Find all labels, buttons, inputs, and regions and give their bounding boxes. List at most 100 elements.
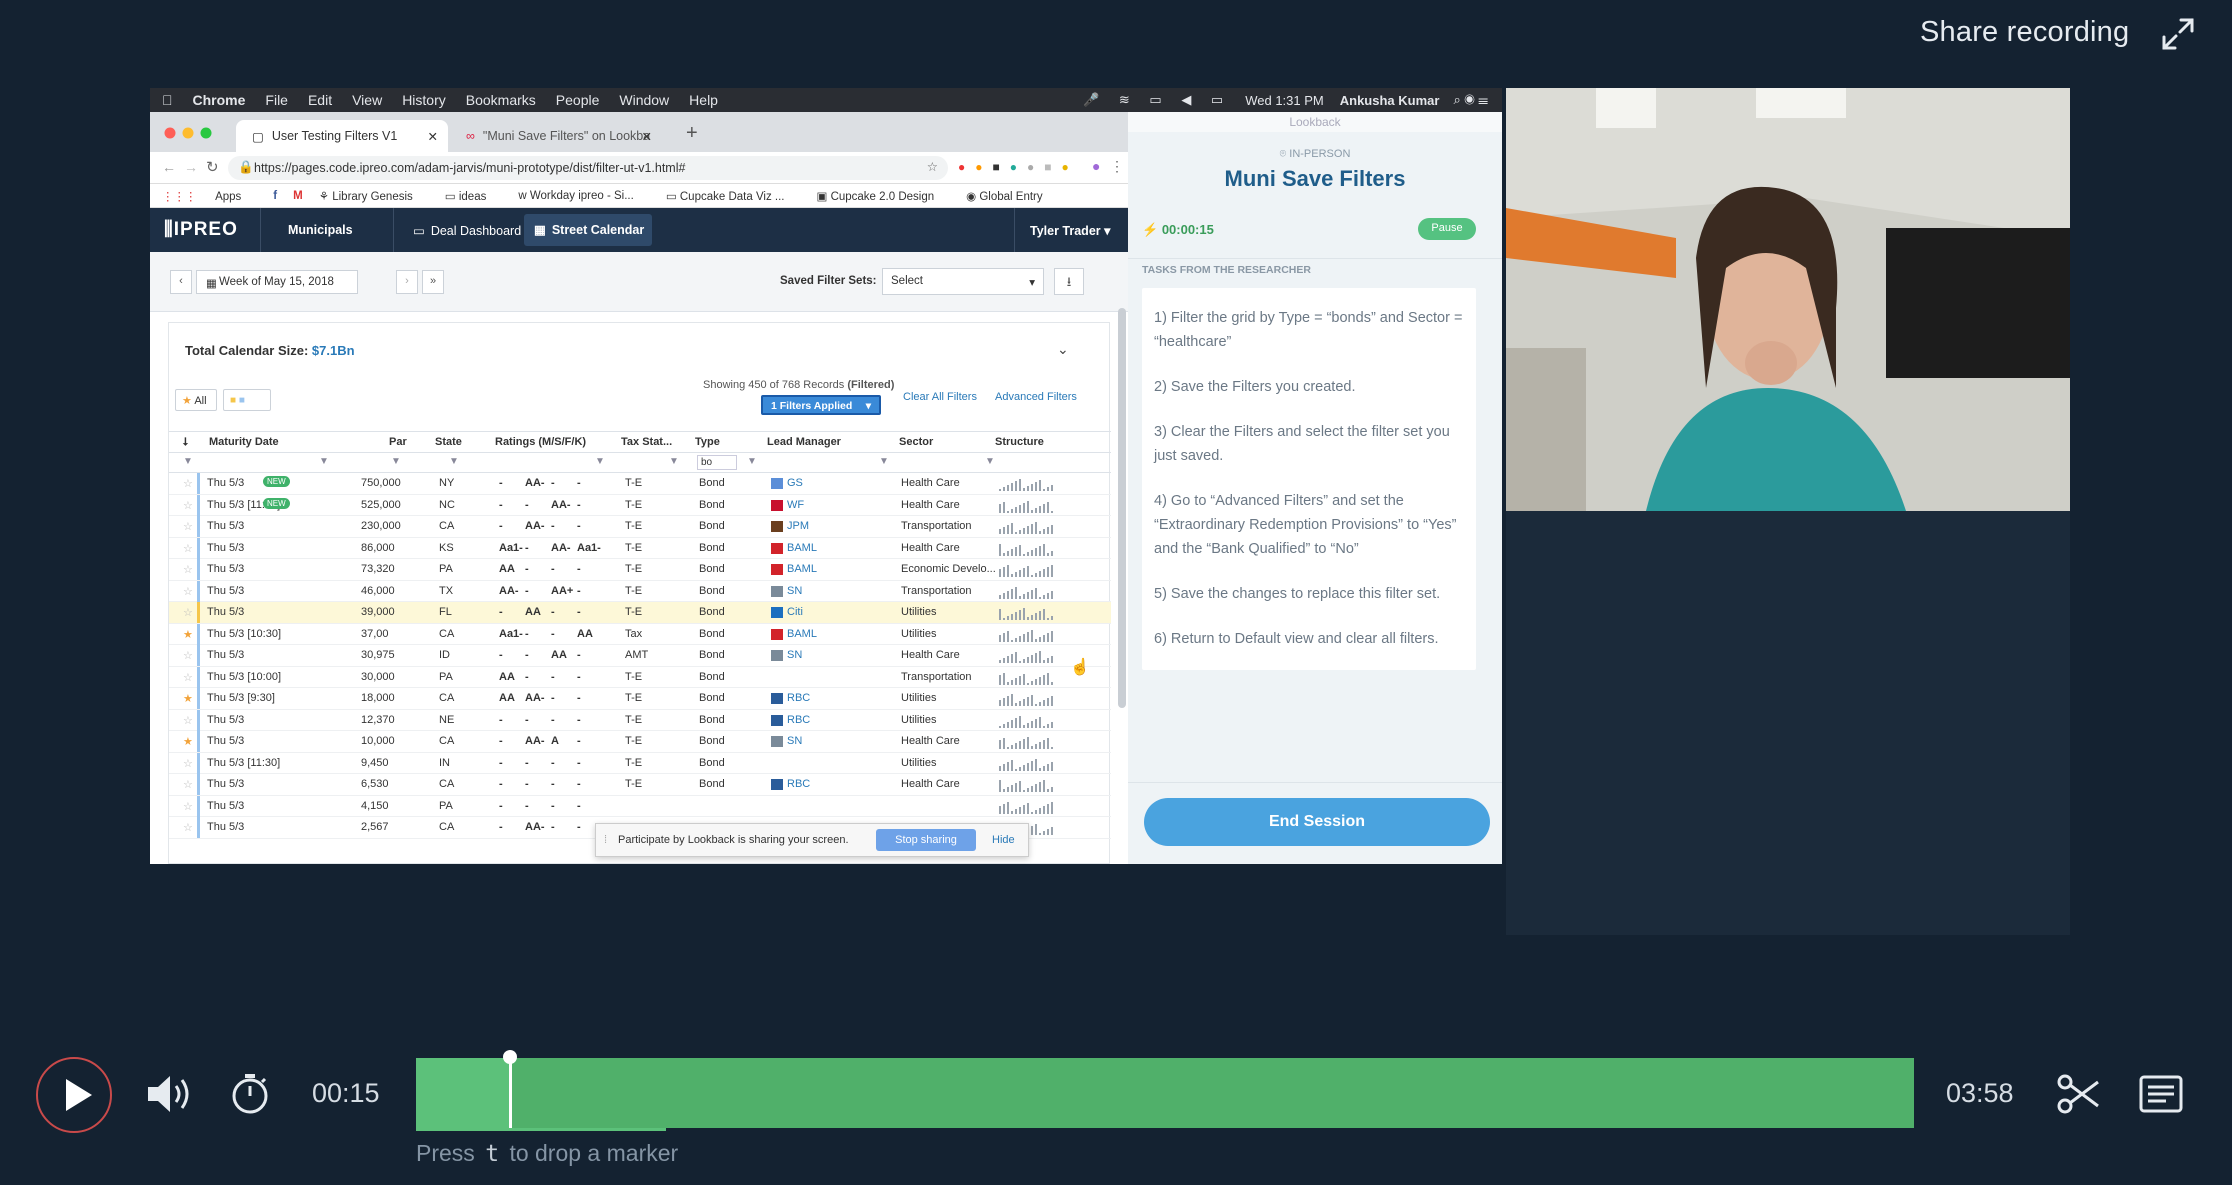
bookmark-library-genesis[interactable]: ⚘ Library Genesis	[319, 189, 429, 203]
pause-button[interactable]: Pause	[1418, 218, 1476, 240]
cell-lead-manager[interactable]: BAML	[787, 542, 817, 554]
filters-applied-button[interactable]: 1 Filters Applied ▾	[761, 395, 881, 415]
favorite-star-icon[interactable]: ☆	[183, 714, 193, 727]
extension-icons[interactable]: ●●■●●■●	[958, 160, 1079, 174]
favorite-star-icon[interactable]: ☆	[183, 821, 193, 834]
favorite-star-icon[interactable]: ☆	[183, 606, 193, 619]
user-menu[interactable]: Tyler Trader ▾	[1030, 223, 1110, 238]
favorite-star-icon[interactable]: ☆	[183, 757, 193, 770]
bookmark-cupcake-design[interactable]: ▣ Cupcake 2.0 Design	[817, 189, 951, 203]
apps-icon[interactable]: ⋮⋮⋮ Apps	[162, 189, 257, 203]
tab-lookback[interactable]: ∞ "Muni Save Filters" on Lookba ✕	[450, 120, 662, 152]
type-filter-input[interactable]: bo	[697, 455, 737, 470]
timeline-track[interactable]	[416, 1058, 1914, 1128]
cell-lead-manager[interactable]: WF	[787, 499, 804, 511]
bookmark-ideas[interactable]: ▭ ideas	[445, 189, 503, 203]
table-row[interactable]: ☆ Thu 5/3 750,000 NY - AA- - - T-E Bond GS Health C…	[169, 473, 1111, 495]
table-row[interactable]: ★ Thu 5/3 [10:30] 37,00 CA Aa1- - - AA Tax Bond BA…	[169, 623, 1111, 645]
ipreo-logo[interactable]: ⫼IPREO	[164, 219, 238, 241]
cell-lead-manager[interactable]: GS	[787, 477, 803, 489]
filter-icon[interactable]: ▼	[595, 456, 605, 467]
menu-item-bookmarks[interactable]: Bookmarks	[466, 92, 536, 108]
menu-item-chrome[interactable]: Chrome	[193, 92, 246, 108]
all-chip[interactable]: ★ All	[175, 389, 217, 411]
share-recording-link[interactable]: Share recording	[1920, 16, 2129, 49]
table-row[interactable]: ☆ Thu 5/3 230,000 CA - AA- - - T-E Bond JPM Transpo…	[169, 516, 1111, 538]
sort-icon[interactable]: ⭣	[183, 436, 188, 449]
table-row[interactable]: ☆ Thu 5/3 46,000 TX AA- - AA+ - T-E Bond SN Transpo…	[169, 580, 1111, 602]
cell-lead-manager[interactable]: BAML	[787, 563, 817, 575]
table-row[interactable]: ☆ Thu 5/3 86,000 KS Aa1- - AA- Aa1- T-E Bond BAML H…	[169, 537, 1111, 559]
favorite-star-icon[interactable]: ☆	[183, 585, 193, 598]
tab-user-testing[interactable]: ▢ User Testing Filters V1 ✕	[236, 120, 448, 152]
collapse-chevron-icon[interactable]: ⌄	[1057, 341, 1069, 358]
table-row[interactable]: ☆ Thu 5/3 4,150 PA - - - -	[169, 795, 1111, 817]
new-tab-button[interactable]: +	[686, 122, 698, 145]
cell-lead-manager[interactable]: RBC	[787, 714, 810, 726]
transcript-icon[interactable]	[2138, 1074, 2184, 1119]
filter-icon[interactable]: ▼	[985, 456, 995, 467]
table-row[interactable]: ☆ Thu 5/3 [11:30] 525,000 NC - - AA- - T-E Bond WF…	[169, 494, 1111, 516]
saved-filter-select[interactable]: Select ▾	[882, 268, 1044, 295]
menu-item-history[interactable]: History	[402, 92, 446, 108]
col-tax-status[interactable]: Tax Stat...	[621, 436, 672, 448]
stop-sharing-button[interactable]: Stop sharing	[876, 829, 976, 851]
bookmark-global-entry[interactable]: ◉ Global Entry	[966, 189, 1059, 203]
window-controls[interactable]	[164, 126, 216, 144]
menu-item-people[interactable]: People	[556, 92, 600, 108]
color-filter-chip[interactable]: ■ ■ ▾	[223, 389, 271, 411]
gmail-icon[interactable]: M	[293, 190, 303, 202]
nav-municipals[interactable]: Municipals	[288, 223, 353, 237]
download-icon[interactable]: ⭳	[1054, 268, 1084, 295]
close-tab-icon[interactable]: ✕	[428, 129, 438, 144]
col-structure[interactable]: Structure	[995, 436, 1044, 448]
last-week-button[interactable]: »	[422, 270, 444, 294]
favorite-star-icon[interactable]: ☆	[183, 778, 193, 791]
cell-lead-manager[interactable]: RBC	[787, 778, 810, 790]
cell-lead-manager[interactable]: SN	[787, 735, 802, 747]
fullscreen-expand-icon[interactable]	[2158, 14, 2198, 54]
playhead[interactable]	[509, 1054, 513, 1128]
volume-icon[interactable]	[144, 1072, 194, 1121]
menu-item-edit[interactable]: Edit	[308, 92, 332, 108]
col-type[interactable]: Type	[695, 436, 720, 448]
menu-item-view[interactable]: View	[352, 92, 382, 108]
table-row[interactable]: ★ Thu 5/3 10,000 CA - AA- A - T-E Bond SN Health Ca…	[169, 731, 1111, 753]
scissors-icon[interactable]	[2056, 1072, 2102, 1121]
filter-icon[interactable]: ▼	[879, 456, 889, 467]
favorite-star-icon[interactable]: ☆	[183, 800, 193, 813]
spotlight-icon[interactable]: ⌕ ◉ ☰	[1453, 92, 1488, 108]
col-ratings[interactable]: Ratings (M/S/F/K)	[495, 436, 586, 448]
page-scrollbar[interactable]	[1118, 308, 1126, 708]
filter-icon[interactable]: ▼	[747, 456, 757, 467]
col-par[interactable]: Par	[389, 436, 407, 448]
cell-lead-manager[interactable]: JPM	[787, 520, 809, 532]
menu-item-help[interactable]: Help	[689, 92, 718, 108]
clear-all-filters-link[interactable]: Clear All Filters	[903, 391, 977, 403]
bookmark-star-icon[interactable]: ☆	[927, 159, 938, 174]
col-sector[interactable]: Sector	[899, 436, 933, 448]
profile-icon[interactable]: ●	[1092, 158, 1100, 174]
cell-lead-manager[interactable]: SN	[787, 585, 802, 597]
stopwatch-icon[interactable]	[228, 1070, 272, 1121]
week-picker[interactable]: ▦ Week of May 15, 2018	[196, 270, 358, 294]
col-maturity-date[interactable]: Maturity Date	[209, 436, 279, 448]
favorite-star-icon[interactable]: ☆	[183, 649, 193, 662]
favorite-star-icon[interactable]: ★	[183, 692, 193, 705]
close-tab-icon[interactable]: ✕	[642, 129, 652, 144]
table-row[interactable]: ☆ Thu 5/3 39,000 FL - AA - - T-E Bond Citi Utilitie…	[169, 602, 1111, 624]
favorite-star-icon[interactable]: ☆	[183, 477, 193, 490]
cell-lead-manager[interactable]: BAML	[787, 628, 817, 640]
cell-lead-manager[interactable]: Citi	[787, 606, 803, 618]
facebook-icon[interactable]: f	[273, 190, 277, 202]
play-button[interactable]	[36, 1057, 112, 1133]
back-icon[interactable]: ←	[162, 159, 176, 175]
bookmark-cupcake-dataviz[interactable]: ▭ Cupcake Data Viz ...	[666, 189, 801, 203]
col-state[interactable]: State	[435, 436, 462, 448]
menu-kebab-icon[interactable]: ⋮	[1110, 158, 1124, 175]
filter-icon[interactable]: ▼	[183, 456, 193, 467]
filter-icon[interactable]: ▼	[319, 456, 329, 467]
table-row[interactable]: ☆ Thu 5/3 30,975 ID - - AA - AMT Bond SN Health Car…	[169, 645, 1111, 667]
next-week-button[interactable]: ›	[396, 270, 418, 294]
favorite-star-icon[interactable]: ☆	[183, 671, 193, 684]
